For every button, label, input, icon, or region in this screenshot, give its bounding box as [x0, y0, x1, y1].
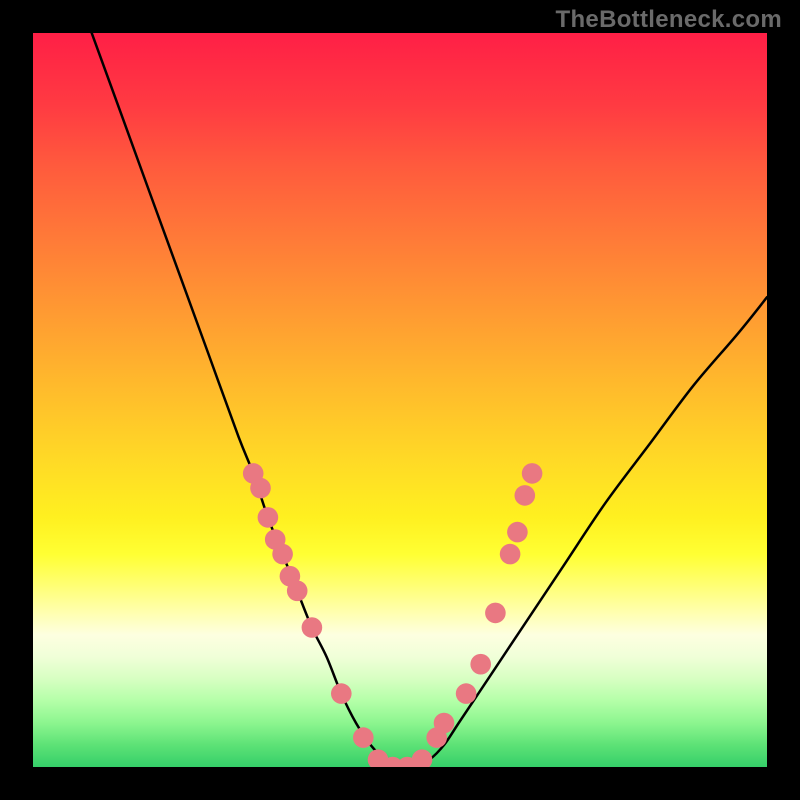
marker-dot — [287, 581, 308, 602]
marker-dot — [353, 727, 374, 748]
marker-dot — [507, 522, 528, 543]
marker-dot — [515, 485, 536, 506]
chart-frame: TheBottleneck.com — [0, 0, 800, 800]
marker-dot — [331, 683, 352, 704]
marker-dot — [522, 463, 543, 484]
marker-dot — [302, 617, 323, 638]
marker-dot — [272, 544, 293, 565]
bottleneck-curve — [92, 33, 767, 767]
marker-dot — [485, 603, 506, 624]
chart-svg — [33, 33, 767, 767]
highlight-markers — [243, 463, 543, 767]
marker-dot — [258, 507, 279, 528]
marker-dot — [412, 749, 433, 767]
marker-dot — [500, 544, 521, 565]
marker-dot — [250, 478, 271, 499]
plot-area — [33, 33, 767, 767]
marker-dot — [470, 654, 491, 675]
watermark-text: TheBottleneck.com — [556, 6, 782, 34]
marker-dot — [434, 713, 455, 734]
marker-dot — [456, 683, 477, 704]
